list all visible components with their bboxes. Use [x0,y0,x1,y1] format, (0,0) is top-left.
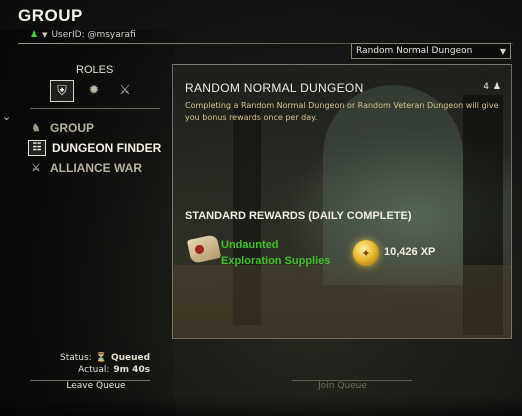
person-icon: ♟ [492,82,501,92]
user-id-label: UserID: @msyarafi [51,30,136,40]
wax-seal [194,244,205,255]
sidebar-item-group[interactable]: ♞ GROUP [28,118,161,138]
sidebar-item-label: GROUP [50,121,95,135]
dungeon-floor-art [173,265,511,338]
roles-divider [30,108,160,109]
join-queue-button[interactable]: Join Queue [300,381,385,391]
bottom-shade [0,396,522,416]
xp-reward-value: 10,426 XP [384,246,436,258]
queue-status: Status: ⏳ Queued Actual: 9m 40s [60,352,150,376]
sidebar-item-label: DUNGEON FINDER [52,141,162,155]
chevron-down-icon[interactable]: ▼ [42,31,47,39]
reward-item-name: Undaunted Exploration Supplies [221,239,331,267]
activity-details-panel: RANDOM NORMAL DUNGEON 4 ♟ Completing a R… [172,64,512,339]
activity-dropdown-value: Random Normal Dungeon [356,46,473,56]
collapse-chevron-icon[interactable]: ⌄ [2,110,11,123]
activity-description: Completing a Random Normal Dungeon or Ra… [185,101,499,122]
actual-time-label: Actual: [78,365,110,375]
actual-time-value: 9m 40s [113,365,151,375]
heal-burst-icon[interactable]: ✹ [83,80,105,100]
activity-title: RANDOM NORMAL DUNGEON [185,81,364,95]
shield-icon[interactable]: ⛨ [50,80,74,102]
sidebar-item-label: ALLIANCE WAR [50,161,142,175]
online-status-icon: ♟ [30,30,39,40]
group-size-value: 4 [483,82,489,92]
sidebar-item-alliance-war[interactable]: ⚔ ALLIANCE WAR [28,158,161,178]
role-selector: ⛨ ✹ ⚔ [50,80,136,102]
group-icon: ♞ [31,122,41,134]
sidebar-nav: ♞ GROUP ☷ DUNGEON FINDER ⚔ ALLIANCE WAR [28,118,161,178]
roles-label: ROLES [76,64,114,76]
page-title: GROUP [18,6,83,25]
status-value: Queued [110,353,151,363]
user-id-selector[interactable]: ♟ ▼ UserID: @msyarafi [30,30,136,40]
chevron-down-icon[interactable]: ▼ [500,47,506,56]
activity-dropdown[interactable]: Random Normal Dungeon ▼ [351,43,511,59]
alliance-war-icon: ⚔ [31,162,41,174]
rewards-heading: STANDARD REWARDS (DAILY COMPLETE) [185,210,412,222]
crossed-swords-icon[interactable]: ⚔ [114,80,136,100]
dungeon-finder-icon: ☷ [28,140,46,156]
sidebar-item-dungeon-finder[interactable]: ☷ DUNGEON FINDER [28,138,161,158]
leave-queue-button[interactable]: Leave Queue [56,381,136,391]
xp-icon: ✦ [353,240,379,266]
group-size-indicator: 4 ♟ [483,82,501,92]
queue-icon: ⏳ [95,353,107,363]
status-label: Status: [60,353,92,363]
supplies-letter-icon[interactable] [186,234,222,264]
